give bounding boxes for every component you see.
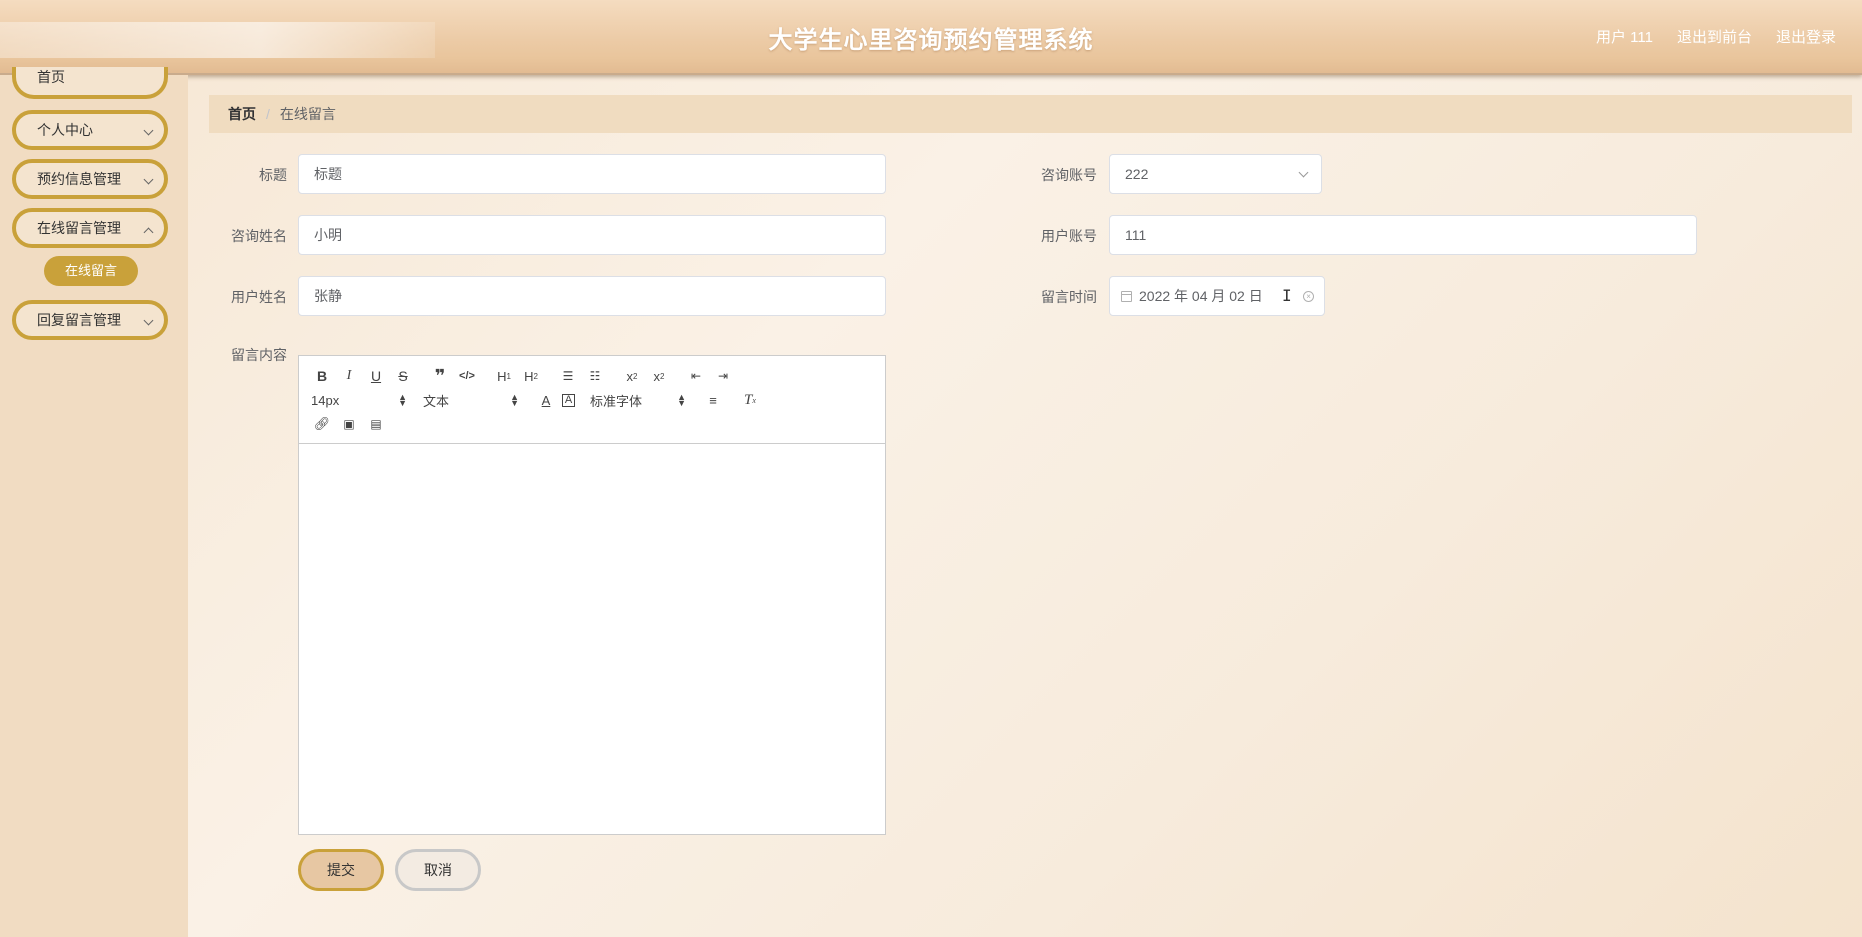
sidebar-item-home[interactable]: 首页 xyxy=(12,67,168,99)
indent-icon[interactable]: ⇥ xyxy=(712,366,734,386)
consult-account-value: 222 xyxy=(1125,166,1149,182)
bold-icon[interactable]: B xyxy=(311,366,333,386)
sidebar-item-replies[interactable]: 回复留言管理 xyxy=(12,300,168,340)
text-cursor-icon: I xyxy=(1282,286,1292,305)
calendar-icon xyxy=(1121,290,1132,302)
user-label: 用户 111 xyxy=(1596,29,1653,46)
link-icon[interactable]: 🔗︎ xyxy=(311,414,333,434)
breadcrumb: 首页 / 在线留言 xyxy=(209,95,1852,133)
user-account-label: 用户账号 xyxy=(1041,228,1097,244)
user-name-label: 用户姓名 xyxy=(231,289,287,305)
superscript-icon[interactable]: x2 xyxy=(648,366,670,386)
time-label: 留言时间 xyxy=(1041,289,1097,305)
ordered-list-icon[interactable]: ☰ xyxy=(557,366,579,386)
updown-icon: ▲ ▼ xyxy=(398,392,407,408)
font-family-select[interactable]: 标准字体 ▲ ▼ xyxy=(590,391,686,410)
font-size-value: 14px xyxy=(311,392,340,408)
sidebar-item-appointments[interactable]: 预约信息管理 xyxy=(12,159,168,199)
chevron-up-icon xyxy=(143,227,154,238)
font-size-select[interactable]: 14px ▲ ▼ xyxy=(311,393,407,408)
sidebar-item-label: 回复留言管理 xyxy=(37,312,121,328)
logout-link[interactable]: 退出登录 xyxy=(1776,26,1836,47)
consult-account-label: 咨询账号 xyxy=(1041,167,1097,183)
header-select[interactable]: 文本 ▲ ▼ xyxy=(423,391,519,410)
updown-icon: ▲ ▼ xyxy=(510,392,519,408)
heading1-icon[interactable]: H1 xyxy=(493,366,515,386)
italic-icon[interactable]: I xyxy=(338,366,360,386)
align-icon[interactable]: ≡ xyxy=(702,390,724,410)
submit-button[interactable]: 提交 xyxy=(298,849,384,891)
strikethrough-icon[interactable]: S xyxy=(392,366,414,386)
editor-toolbar: B I U S ❞ </> H1 H2 ☰ ☷ x2 x2 ⇤ ⇥ 14px ▲… xyxy=(299,356,885,444)
user-name-input[interactable]: 张静 xyxy=(298,276,886,316)
sidebar-item-label: 预约信息管理 xyxy=(37,171,121,187)
subscript-icon[interactable]: x2 xyxy=(621,366,643,386)
title-label: 标题 xyxy=(259,167,287,183)
chevron-down-icon xyxy=(1298,167,1309,178)
back-to-front-link[interactable]: 退出到前台 xyxy=(1677,26,1752,47)
code-block-icon[interactable]: </> xyxy=(456,366,478,386)
cancel-button[interactable]: 取消 xyxy=(395,849,481,891)
clear-format-icon[interactable]: Tx xyxy=(739,390,761,410)
sidebar-item-label: 首页 xyxy=(37,69,65,85)
time-value: 2022 年 04 月 02 日 xyxy=(1139,288,1263,304)
rich-text-editor: B I U S ❞ </> H1 H2 ☰ ☷ x2 x2 ⇤ ⇥ 14px ▲… xyxy=(298,355,886,835)
chevron-down-icon xyxy=(143,315,154,326)
time-date-picker[interactable]: 2022 年 04 月 02 日 × xyxy=(1109,276,1325,316)
heading2-icon[interactable]: H2 xyxy=(520,366,542,386)
clear-icon[interactable]: × xyxy=(1303,291,1314,302)
sidebar-item-messages[interactable]: 在线留言管理 xyxy=(12,208,168,248)
sidebar-item-profile[interactable]: 个人中心 xyxy=(12,110,168,150)
consult-name-input[interactable]: 小明 xyxy=(298,215,886,255)
app-title: 大学生心里咨询预约管理系统 xyxy=(768,27,1094,54)
consult-name-label: 咨询姓名 xyxy=(231,228,287,244)
bullet-list-icon[interactable]: ☷ xyxy=(584,366,606,386)
user-account-input[interactable]: 111 xyxy=(1109,215,1697,255)
title-input[interactable]: 标题 xyxy=(298,154,886,194)
outdent-icon[interactable]: ⇤ xyxy=(685,366,707,386)
top-header: 大学生心里咨询预约管理系统 用户 111 退出到前台 退出登录 xyxy=(0,0,1862,75)
sidebar-subitem-online-message[interactable]: 在线留言 xyxy=(44,256,138,286)
sidebar-item-label: 在线留言管理 xyxy=(37,220,121,236)
font-color-icon[interactable]: A xyxy=(535,390,557,410)
editor-content-area[interactable] xyxy=(299,444,885,834)
blockquote-icon[interactable]: ❞ xyxy=(429,366,451,386)
image-icon[interactable]: ▣ xyxy=(338,414,360,434)
user-area: 用户 111 退出到前台 退出登录 xyxy=(1596,26,1836,47)
underline-icon[interactable]: U xyxy=(365,366,387,386)
breadcrumb-home[interactable]: 首页 xyxy=(228,104,256,124)
updown-icon: ▲ ▼ xyxy=(677,392,686,408)
chevron-down-icon xyxy=(143,125,154,136)
sidebar: 首页 个人中心 预约信息管理 在线留言管理 在线留言 回复留言管理 xyxy=(0,67,188,937)
font-family-value: 标准字体 xyxy=(590,393,643,409)
video-icon[interactable]: ▤ xyxy=(365,414,387,434)
breadcrumb-current: 在线留言 xyxy=(279,106,336,122)
content-label: 留言内容 xyxy=(231,347,287,363)
header-select-value: 文本 xyxy=(423,393,450,409)
consult-account-select[interactable]: 222 xyxy=(1109,154,1322,194)
sidebar-item-label: 个人中心 xyxy=(37,122,93,138)
chevron-down-icon xyxy=(143,174,154,185)
background-color-icon[interactable]: A xyxy=(562,393,575,407)
breadcrumb-separator: / xyxy=(266,106,270,122)
